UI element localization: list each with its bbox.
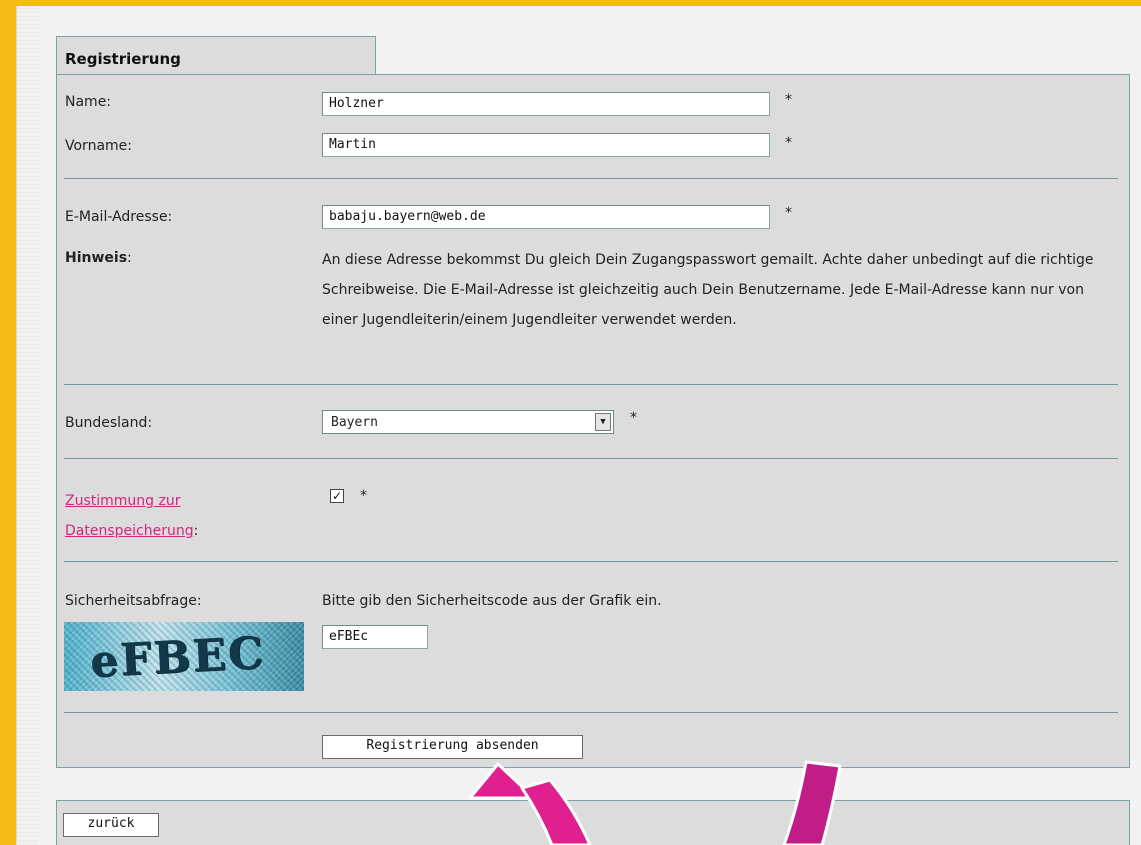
annotation-arrows: [468, 760, 842, 845]
curved-arrow-left-icon: [468, 762, 592, 845]
curved-arrow-right-icon: [782, 760, 842, 845]
